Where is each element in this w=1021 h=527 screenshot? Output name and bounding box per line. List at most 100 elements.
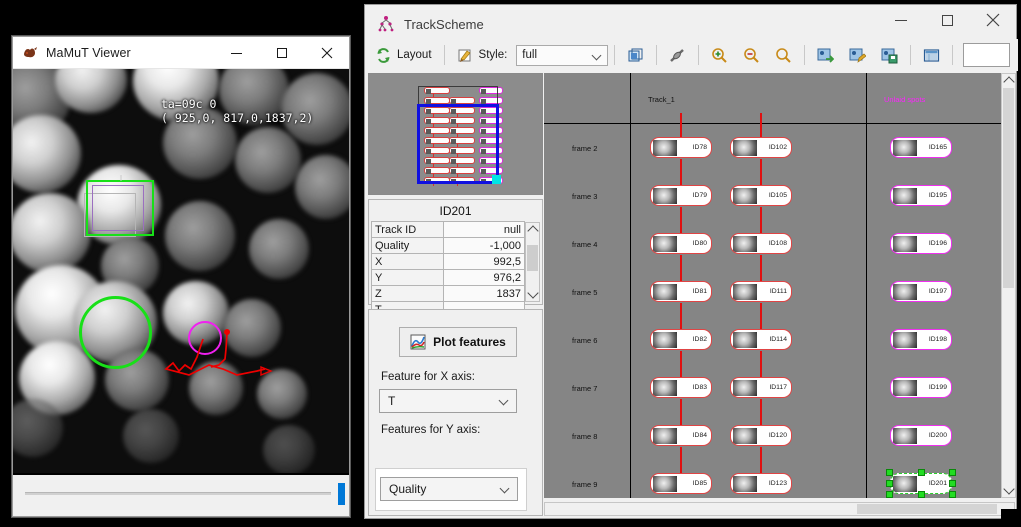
spot-node[interactable]: ID81 (650, 281, 712, 302)
unlaid-spot-node[interactable]: ID196 (890, 233, 952, 254)
unlaid-spot-node[interactable]: ID165 (890, 137, 952, 158)
spot-node[interactable]: ID82 (650, 329, 712, 350)
screen: MaMuT Viewer ta=09c 0 (925,0, 817,0,183… (0, 0, 1021, 527)
spot-thumbnail (893, 331, 917, 348)
spot-thumbnail (893, 475, 917, 492)
column-header-track1: Track_1 (648, 95, 675, 104)
graph-horizontal-scrollbar[interactable] (544, 502, 1015, 516)
selection-handle[interactable] (949, 480, 956, 487)
column-divider (866, 73, 867, 498)
spot-node[interactable]: ID117 (730, 377, 792, 398)
scrollbar-thumb[interactable] (1003, 88, 1014, 288)
spot-circle-green[interactable] (79, 296, 152, 369)
table-button[interactable] (917, 42, 946, 68)
graph-vertical-scrollbar[interactable] (1001, 73, 1016, 498)
mamut-minimize-button[interactable] (214, 37, 259, 69)
edit-image-button[interactable] (843, 42, 872, 68)
plot-features-button[interactable]: Plot features (399, 327, 517, 357)
style-select[interactable]: full (516, 44, 609, 66)
toolbar-separator (698, 45, 700, 65)
mamut-image-canvas[interactable]: ta=09c 0 ( 925,0, 817,0,1837,2) (13, 69, 349, 473)
spot-node[interactable]: ID105 (730, 185, 792, 206)
chevron-down-icon[interactable] (527, 287, 539, 299)
time-slider-track[interactable] (25, 492, 331, 495)
track-edge (760, 159, 762, 185)
zoom-reset-button[interactable] (769, 42, 798, 68)
minimap-panel[interactable] (368, 73, 543, 195)
spot-thumbnail (653, 187, 677, 204)
trackscheme-toolbar: Layout Style: full (365, 39, 1018, 71)
unlaid-spot-node[interactable]: ID200 (890, 425, 952, 446)
track-edge (760, 303, 762, 329)
style-label: Style: (478, 49, 508, 61)
spot-node[interactable]: ID84 (650, 425, 712, 446)
track-edge (680, 303, 682, 329)
spot-node[interactable]: ID111 (730, 281, 792, 302)
track-edge (680, 399, 682, 425)
layout-button[interactable]: Layout (369, 42, 438, 68)
chevron-down-icon (498, 395, 509, 406)
select-image-button[interactable] (811, 42, 840, 68)
frame-label: frame 4 (572, 240, 598, 249)
spot-id-label: ID79 (692, 192, 707, 199)
spot-node[interactable]: ID85 (650, 473, 712, 494)
selection-handle[interactable] (949, 491, 956, 498)
spot-info-scrollbar[interactable] (525, 222, 540, 302)
selected-spot-bounding-box[interactable] (86, 180, 154, 236)
selection-handle[interactable] (886, 480, 893, 487)
selection-handle[interactable] (949, 469, 956, 476)
track-edge (760, 207, 762, 233)
time-slider-thumb[interactable] (338, 483, 345, 505)
trackscheme-minimize-button[interactable] (878, 5, 924, 35)
spot-thumbnail (733, 331, 757, 348)
trackscheme-graph[interactable]: Track_1 Unlaid spots frame 2 frame 3 fra… (544, 73, 1002, 498)
selection-handle[interactable] (886, 469, 893, 476)
unlaid-spot-node[interactable]: ID199 (890, 377, 952, 398)
spot-node[interactable]: ID120 (730, 425, 792, 446)
chevron-up-icon[interactable] (527, 225, 539, 237)
trackscheme-titlebar[interactable]: TrackScheme (365, 5, 1016, 43)
spot-id-label: ID85 (692, 480, 707, 487)
unlaid-spot-node[interactable]: ID197 (890, 281, 952, 302)
overlay-line-2: ( 925,0, 817,0,1837,2) (161, 111, 314, 125)
spot-node[interactable]: ID102 (730, 137, 792, 158)
spot-id-label: ID111 (769, 288, 787, 295)
spot-node[interactable]: ID114 (730, 329, 792, 350)
spot-node[interactable]: ID80 (650, 233, 712, 254)
trackscheme-maximize-button[interactable] (924, 5, 970, 35)
spot-node[interactable]: ID78 (650, 137, 712, 158)
search-input[interactable] (963, 43, 1010, 67)
mamut-titlebar[interactable]: MaMuT Viewer (13, 37, 349, 69)
spot-node[interactable]: ID83 (650, 377, 712, 398)
selection-handle[interactable] (918, 469, 925, 476)
zoom-out-button[interactable] (737, 42, 766, 68)
spot-info-table: Track ID null Quality -1,000 X 992,5 Y 9… (371, 221, 525, 318)
mamut-close-button[interactable] (304, 37, 349, 69)
capture-button[interactable] (621, 42, 650, 68)
mamut-timepoint-slider-area[interactable] (13, 473, 349, 516)
chevron-down-icon[interactable] (1003, 483, 1015, 495)
x-axis-feature-select[interactable]: T (379, 389, 517, 413)
unlaid-spot-node[interactable]: ID195 (890, 185, 952, 206)
scrollbar-thumb[interactable] (527, 245, 538, 271)
info-key: Z (371, 285, 444, 302)
spot-node[interactable]: ID79 (650, 185, 712, 206)
selection-handle[interactable] (918, 491, 925, 498)
spot-circle-magenta[interactable] (188, 321, 222, 355)
scrollbar-thumb[interactable] (857, 504, 997, 514)
chevron-up-icon[interactable] (1003, 76, 1015, 88)
spot-node[interactable]: ID123 (730, 473, 792, 494)
trackscheme-close-button[interactable] (970, 5, 1016, 35)
trackscheme-window-title: TrackScheme (404, 16, 484, 32)
style-button[interactable]: Style: (451, 42, 514, 68)
save-image-button[interactable] (875, 42, 904, 68)
spot-node[interactable]: ID108 (730, 233, 792, 254)
spot-id-label: ID195 (928, 192, 947, 199)
y-axis-feature-select[interactable]: Quality (380, 477, 518, 501)
link-thickness-button[interactable] (663, 42, 692, 68)
mamut-maximize-button[interactable] (259, 37, 304, 69)
zoom-in-button[interactable] (705, 42, 734, 68)
unlaid-spot-node[interactable]: ID198 (890, 329, 952, 350)
minimap-viewport-rect[interactable] (417, 104, 499, 184)
selection-handle[interactable] (886, 491, 893, 498)
